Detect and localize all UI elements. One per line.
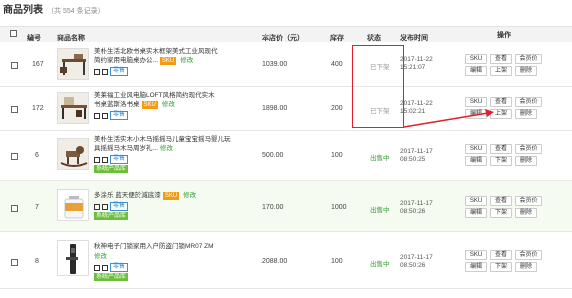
annotation-arrow [403,109,494,128]
